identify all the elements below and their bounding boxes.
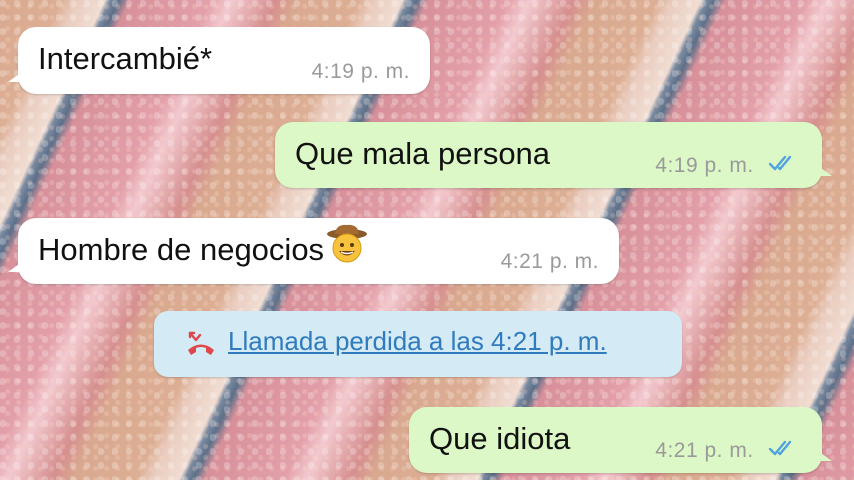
message-outgoing[interactable]: Que mala persona 4:19 p. m. — [275, 122, 832, 188]
bubble-tail — [818, 166, 832, 176]
message-text: Intercambié* — [38, 41, 213, 76]
double-check-icon — [768, 154, 798, 178]
message-outgoing[interactable]: Que idiota 4:21 p. m. — [409, 407, 832, 473]
bubble-tail — [8, 262, 22, 272]
message-text-wrap: Hombre de negocios — [38, 224, 368, 274]
message-incoming[interactable]: Hombre de negocios 4:21 p. m. — [8, 218, 619, 284]
message-meta: 4:21 p. m. — [655, 439, 798, 463]
missed-call-icon — [184, 330, 218, 363]
chat-screen: Intercambié* 4:19 p. m. Que mala persona… — [0, 0, 854, 480]
message-text: Que mala persona — [295, 136, 551, 171]
bubble-tail — [8, 72, 22, 82]
bubble-tail — [818, 451, 832, 461]
cowboy-face-emoji — [326, 224, 368, 274]
message-text: Hombre de negocios — [38, 232, 325, 268]
message-time: 4:19 p. m. — [655, 153, 754, 177]
double-check-icon — [768, 439, 798, 463]
message-time: 4:21 p. m. — [500, 250, 599, 273]
message-meta: 4:19 p. m. — [655, 154, 798, 178]
message-time: 4:19 p. m. — [311, 60, 410, 83]
missed-call-notice[interactable]: Llamada perdida a las 4:21 p. m. — [154, 311, 682, 377]
message-time: 4:21 p. m. — [655, 438, 754, 462]
message-text: Que idiota — [429, 421, 571, 456]
missed-call-link[interactable]: Llamada perdida a las 4:21 p. m. — [228, 326, 607, 357]
message-incoming[interactable]: Intercambié* 4:19 p. m. — [8, 27, 430, 94]
